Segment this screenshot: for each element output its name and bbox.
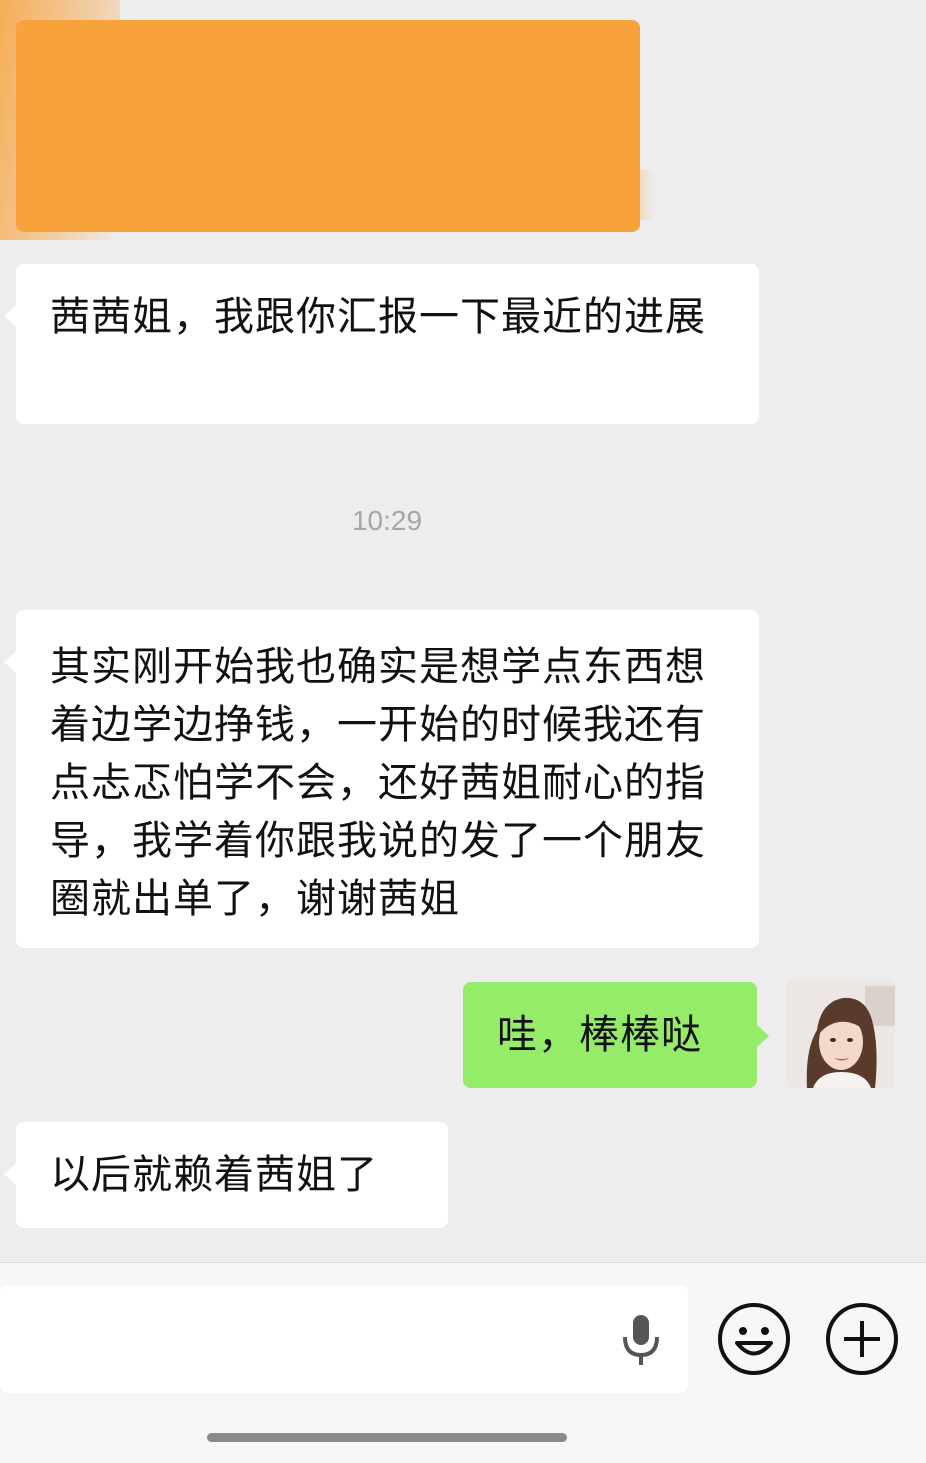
message-text: 其实刚开始我也确实是想学点东西想着边学边挣钱，一开始的时候我还有点忐忑怕学不会，…: [50, 644, 706, 922]
message-text: 哇，棒棒哒: [497, 1012, 702, 1058]
home-indicator[interactable]: [207, 1433, 567, 1442]
plus-icon[interactable]: [823, 1300, 901, 1378]
avatar-image: [787, 980, 895, 1088]
message-text: 以后就赖着茜姐了: [50, 1152, 378, 1198]
avatar[interactable]: [787, 980, 895, 1088]
message-text: 茜茜姐，我跟你汇报一下最近的进展: [50, 294, 706, 340]
emoji-icon[interactable]: [715, 1300, 793, 1378]
message-bubble-incoming[interactable]: 其实刚开始我也确实是想学点东西想着边学边挣钱，一开始的时候我还有点忐忑怕学不会，…: [4, 610, 759, 948]
input-toolbar: [0, 1262, 926, 1463]
message-bubble-outgoing[interactable]: 哇，棒棒哒: [463, 982, 769, 1088]
chat-area[interactable]: 茜茜姐，我跟你汇报一下最近的进展 10:29 其实刚开始我也确实是想学点东西想着…: [0, 0, 926, 1262]
message-bubble-incoming[interactable]: 以后就赖着茜姐了: [4, 1122, 448, 1228]
redacted-message: [0, 0, 654, 240]
message-input[interactable]: [0, 1285, 688, 1393]
message-timestamp: 10:29: [351, 505, 423, 536]
message-bubble-incoming[interactable]: 茜茜姐，我跟你汇报一下最近的进展: [4, 264, 759, 424]
microphone-icon[interactable]: [618, 1313, 664, 1369]
